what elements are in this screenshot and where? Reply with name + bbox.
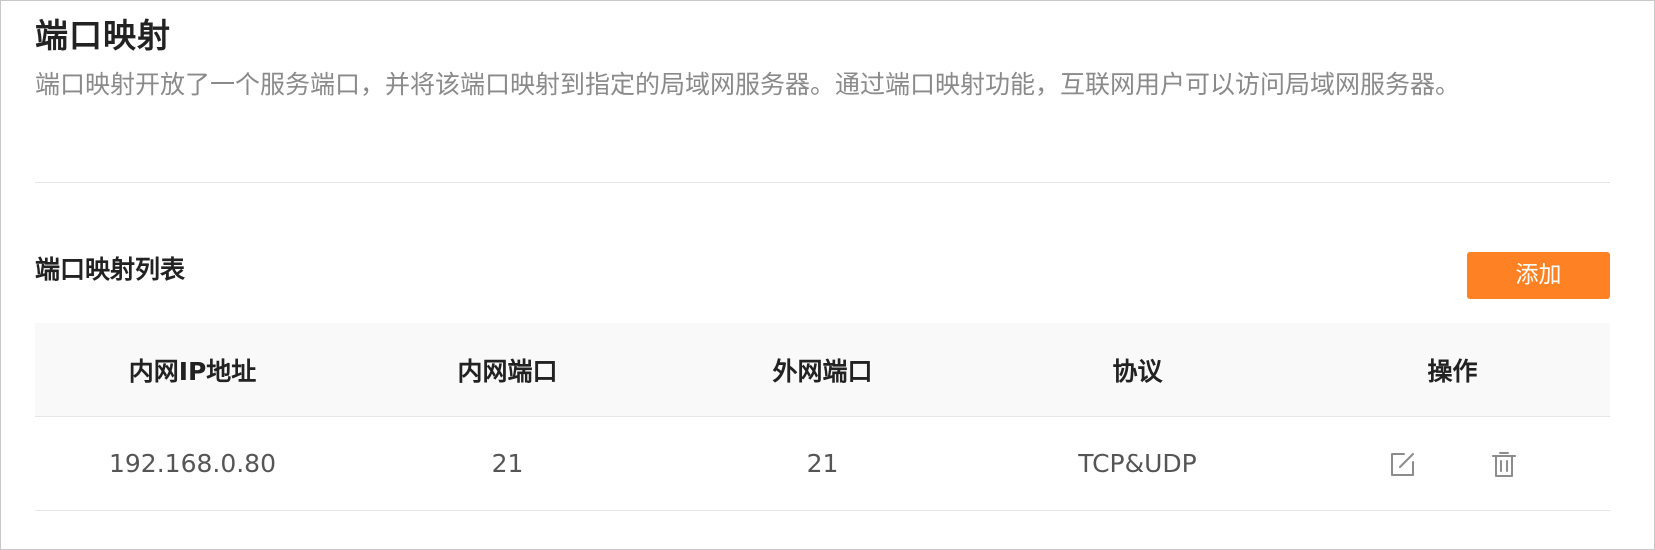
table-row: 192.168.0.80 21 21 TCP&UDP: [35, 417, 1610, 511]
cell-external-port: 21: [806, 449, 839, 478]
trash-icon[interactable]: [1487, 447, 1521, 481]
cell-protocol: TCP&UDP: [1078, 449, 1197, 478]
column-header-ip: 内网IP地址: [128, 356, 257, 386]
column-header-external-port: 外网端口: [772, 356, 873, 386]
edit-icon[interactable]: [1385, 447, 1419, 481]
port-mapping-table: 内网IP地址 内网端口 外网端口 协议 操作 192.168.0.80 21 2…: [35, 323, 1610, 511]
cell-actions: [1295, 417, 1610, 510]
section-divider: [35, 182, 1610, 183]
table-header: 内网IP地址 内网端口 外网端口 协议 操作: [35, 323, 1610, 417]
add-button[interactable]: 添加: [1467, 252, 1610, 299]
cell-internal-port: 21: [491, 449, 524, 478]
column-header-actions: 操作: [1427, 356, 1478, 386]
page-frame: 端口映射 端口映射开放了一个服务端口，并将该端口映射到指定的局域网服务器。通过端…: [0, 0, 1655, 550]
column-header-protocol: 协议: [1112, 356, 1163, 386]
page-description: 端口映射开放了一个服务端口，并将该端口映射到指定的局域网服务器。通过端口映射功能…: [35, 70, 1461, 99]
list-title: 端口映射列表: [35, 255, 186, 284]
column-header-internal-port: 内网端口: [457, 356, 558, 386]
page-title: 端口映射: [35, 16, 171, 55]
cell-ip: 192.168.0.80: [109, 449, 276, 478]
